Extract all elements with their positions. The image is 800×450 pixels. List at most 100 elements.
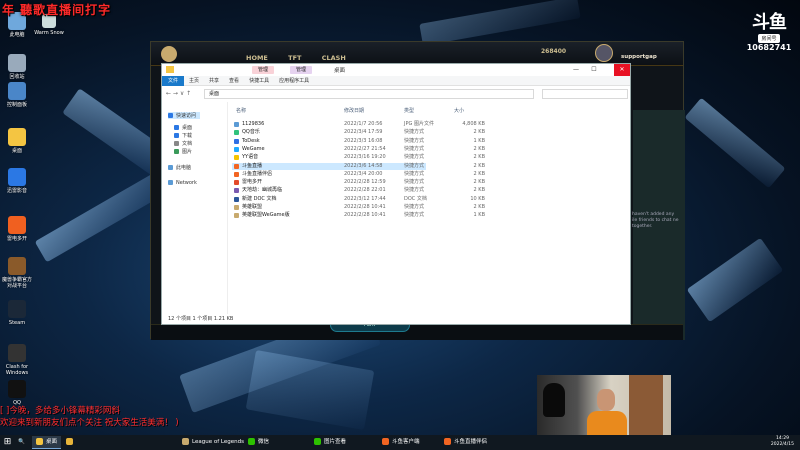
column-header-size[interactable]: 大小 [454,107,464,114]
nav-icon [168,113,173,118]
table-row[interactable]: 1129836 2022/1/7 20:56 JPG 图片文件 4,808 KB [232,121,485,128]
cell-name: 1129836 [242,121,265,127]
status-bar: 12 个项目 1 个项目 1.21 KB [168,316,234,322]
nav-item-6[interactable]: Network [168,180,197,186]
nav-item-label: 桌面 [182,125,193,131]
desktop-icon-label: 回收站 [9,74,25,80]
desktop-icon-4[interactable]: 迅雷影音 [2,168,32,194]
table-row[interactable]: WeGame 2022/2/27 21:54 快捷方式 2 KB [232,146,485,153]
file-icon [234,122,239,127]
folder-icon [166,66,174,73]
taskbar-item-4[interactable]: 图片查看 [310,436,350,449]
maximize-button[interactable]: ☐ [586,64,602,76]
minimize-button[interactable]: — [568,64,584,76]
streamer [587,389,627,435]
cell-type: 快捷方式 [404,212,425,219]
table-row[interactable]: 斗鱼直播 2022/3/6 14:58 快捷方式 2 KB [232,162,485,170]
desktop-icon-6[interactable]: 魔兽争霸官方对战平台 [2,257,32,289]
nav-item-1[interactable]: 桌面 [174,124,192,131]
file-explorer-window[interactable]: 管理 管理 桌面 — ☐ ✕ 文件 主页 共享 查看 快捷工具 应用程序工具 ← → ∨ … [161,63,631,325]
league-nav-home[interactable]: HOME [246,54,268,62]
taskbar-item-2[interactable]: League of Legends [178,436,248,449]
nav-buttons[interactable]: ← → ∨ ↑ [166,90,191,97]
desktop-icon-1[interactable]: 回收站 [2,54,32,80]
file-icon [234,171,239,177]
table-row[interactable]: 斗鱼直播伴侣 2022/3/4 20:00 快捷方式 2 KB [232,170,485,178]
ribbon-tab-2[interactable]: 共享 [204,76,224,86]
nav-item-label: 下载 [182,133,193,139]
ribbon-tab-4[interactable]: 快捷工具 [244,76,274,86]
column-header-date[interactable]: 修改日期 [344,107,364,114]
cell-size: 2 KB [473,187,485,194]
cell-date: 2022/3/3 16:08 [344,137,383,144]
ribbon-tab-3[interactable]: 查看 [224,76,244,86]
nav-icon [168,165,173,170]
cell-date: 2022/1/7 20:56 [344,121,383,127]
close-button[interactable]: ✕ [614,64,630,76]
league-nav-clash[interactable]: CLASH [322,54,346,62]
nav-item-4[interactable]: 图片 [174,148,192,155]
explorer-titlebar: 管理 管理 桌面 — ☐ ✕ [162,64,630,76]
taskbar-item-1[interactable] [62,436,80,449]
cell-size: 4,808 KB [462,121,485,127]
desktop-icon-3[interactable]: 桌面 [2,128,32,154]
cell-name: YY语音 [242,154,259,161]
nav-item-0[interactable]: 快速访问 [168,112,201,119]
app-icon [8,82,26,100]
league-nav-tft[interactable]: TFT [288,54,301,62]
cell-size: 2 KB [473,204,485,210]
table-row[interactable]: YY语音 2022/3/16 19:20 快捷方式 2 KB [232,154,485,161]
cell-size: 1 KB [473,212,485,219]
column-header-type[interactable]: 类型 [404,107,414,114]
file-icon [234,205,239,210]
system-clock[interactable]: 14:29 2022/4/15 [771,436,794,448]
stream-overlay-line-1: [ ]今晚，多给多小锋幕精彩网斜 [0,406,120,416]
table-row[interactable]: 英雄联盟WeGame版 2022/2/28 10:41 快捷方式 1 KB [232,212,485,219]
ribbon-tab-0[interactable]: 文件 [162,76,185,86]
file-icon [234,155,239,161]
nav-item-2[interactable]: 下载 [174,132,192,139]
column-header-name[interactable]: 名称 [236,107,246,114]
desktop-icon-2[interactable]: 控制面板 [2,82,32,108]
table-row[interactable]: 英雄联盟 2022/2/28 10:41 快捷方式 2 KB [232,204,485,211]
desktop-icon-8[interactable]: Clash for Windows [2,344,32,376]
taskbar-search-icon[interactable]: 🔍 [18,436,25,449]
app-icon [8,300,26,318]
cell-type: 快捷方式 [404,170,425,177]
table-row[interactable]: ToDesk 2022/3/3 16:08 快捷方式 1 KB [232,137,485,145]
table-row[interactable]: QQ音乐 2022/3/4 17:59 快捷方式 2 KB [232,129,485,136]
search-input[interactable] [542,89,628,99]
windows-start-icon[interactable]: ⊞ [2,437,13,448]
league-friends-hint: haven't added any ile friends to chat ne… [632,212,679,229]
nav-item-label: 快速访问 [176,113,197,119]
app-icon [8,344,26,362]
ribbon-tab-5[interactable]: 应用程序工具 [274,76,314,86]
desktop-icon-9[interactable]: QQ [2,380,32,406]
desktop-icon-label: Clash for Windows [5,364,29,376]
address-input[interactable]: 桌面 [204,89,534,99]
table-row[interactable]: 天地劫：幽城再临 2022/2/28 22:01 快捷方式 2 KB [232,187,485,194]
nav-item-3[interactable]: 文档 [174,140,192,147]
taskbar-item-6[interactable]: 斗鱼直播伴侣 [440,436,491,449]
nav-icon [174,133,179,138]
context-tab-manage-1[interactable]: 管理 [252,66,275,74]
taskbar-item-3[interactable]: 微信 [244,436,273,449]
nav-item-5[interactable]: 此电脑 [168,164,191,171]
taskbar-item-5[interactable]: 斗鱼客户端 [378,436,424,449]
nav-icon [174,149,179,154]
context-tab-manage-2[interactable]: 管理 [290,66,313,74]
league-nav: HOME TFT CLASH [246,54,364,62]
taskbar-item-0[interactable]: 桌面 [32,436,62,449]
microphone [543,383,565,417]
nav-icon [174,125,179,130]
desktop-icon-7[interactable]: Steam [2,300,32,326]
desktop-icon-5[interactable]: 雷电多开 [2,216,32,242]
table-row[interactable]: 新建 DOC 文档 2022/3/12 17:44 DOC 文档 10 KB [232,196,485,203]
desktop-icon-label: 雷电多开 [6,236,27,242]
cell-date: 2022/3/16 19:20 [344,154,386,161]
app-icon [8,54,26,72]
ribbon-tab-1[interactable]: 主页 [184,76,204,86]
cell-date: 2022/3/4 17:59 [344,129,383,136]
table-row[interactable]: 雷电多开 2022/2/28 12:59 快捷方式 2 KB [232,179,485,186]
avatar[interactable] [595,44,613,62]
